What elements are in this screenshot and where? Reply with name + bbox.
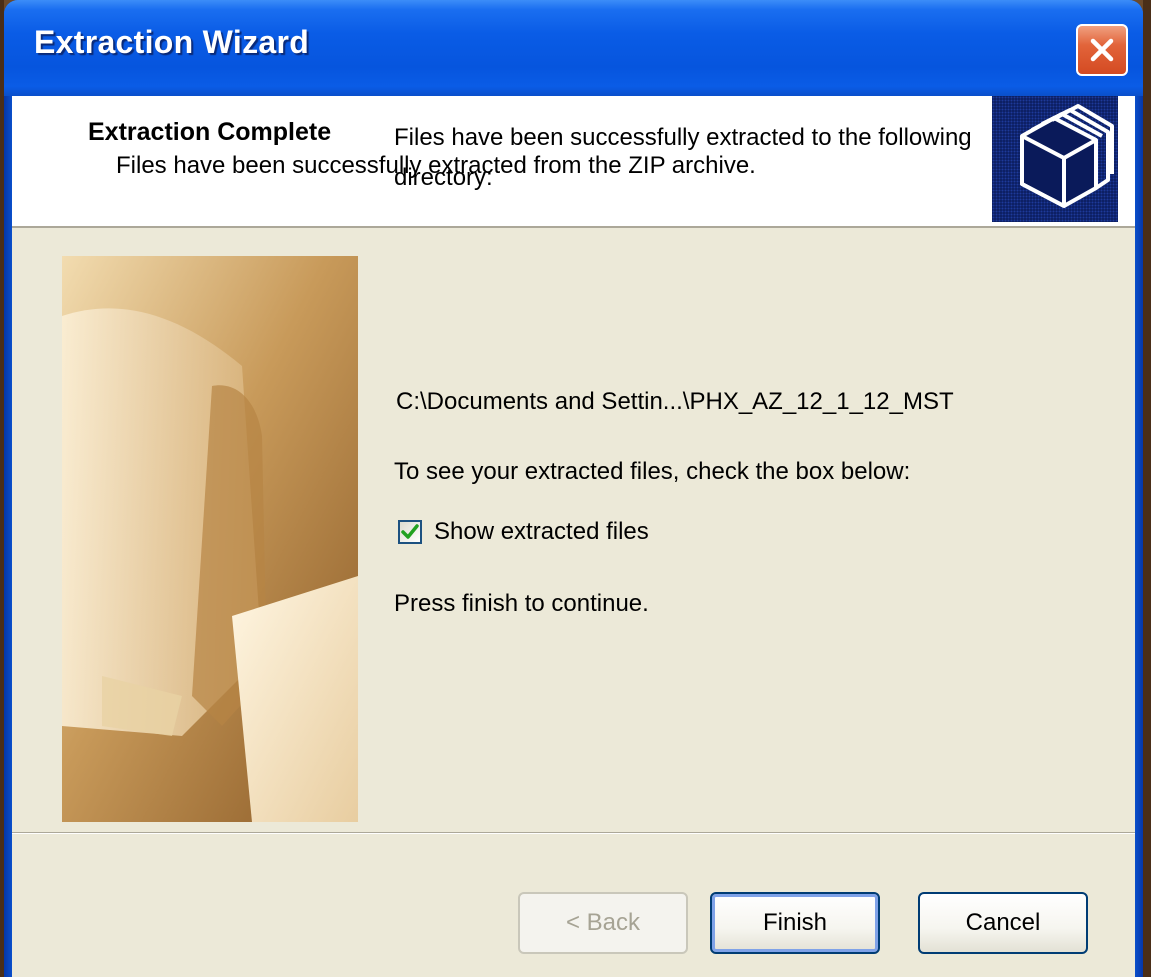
title-bar[interactable]: Extraction Wizard — [4, 0, 1143, 96]
extraction-wizard-window: Extraction Wizard Extraction Complete Fi… — [4, 0, 1143, 977]
instruction-text: To see your extracted files, check the b… — [394, 458, 911, 485]
window-title: Extraction Wizard — [34, 24, 310, 60]
show-files-checkbox[interactable] — [398, 520, 422, 544]
finish-button[interactable]: Finish — [710, 892, 880, 954]
page-title: Extraction Complete — [88, 118, 332, 146]
wizard-header: Extraction Complete Files have been succ… — [12, 96, 1135, 228]
continue-text: Press finish to continue. — [394, 590, 649, 617]
footer-separator — [12, 832, 1135, 834]
checkmark-icon — [401, 524, 419, 539]
cancel-button[interactable]: Cancel — [918, 892, 1088, 954]
back-button[interactable]: < Back — [518, 892, 688, 954]
close-icon — [1090, 38, 1114, 62]
close-button[interactable] — [1076, 24, 1128, 76]
extraction-path: C:\Documents and Settin...\PHX_AZ_12_1_1… — [396, 388, 954, 415]
folders-icon — [992, 96, 1118, 222]
window-frame-right — [1135, 96, 1143, 977]
message-line-2: directory: — [394, 164, 493, 191]
window-frame-left — [4, 96, 12, 977]
show-files-label[interactable]: Show extracted files — [434, 518, 649, 546]
wizard-client-area: Extraction Complete Files have been succ… — [12, 96, 1135, 977]
message-line-1: Files have been successfully extracted t… — [394, 124, 972, 151]
desktop-background-right — [1143, 0, 1151, 977]
wizard-side-image — [62, 256, 358, 822]
